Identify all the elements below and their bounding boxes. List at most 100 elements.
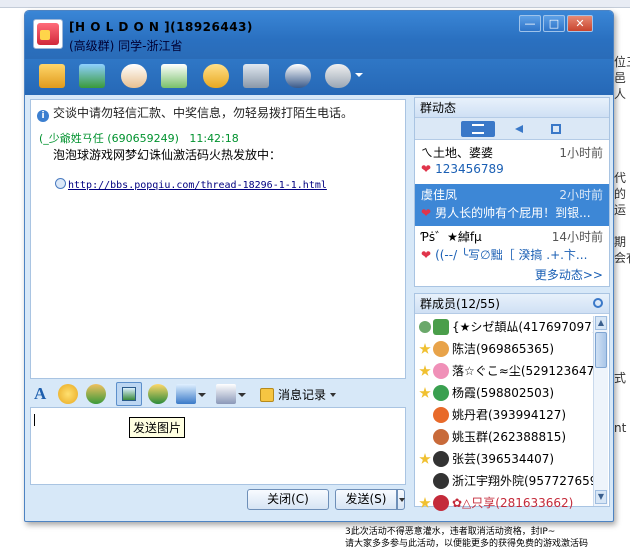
title-bar[interactable]: [H O L D O N ](18926443) (高级群) 同学-浙江省 — … [25,11,613,59]
message-sender[interactable]: (_少爺姓ㄢ任 (690659249) [39,132,179,145]
more-feed-link[interactable]: 更多动态>> [535,266,603,283]
member-item[interactable]: 杨霞(598802503) [419,382,554,404]
window-icon[interactable] [539,121,573,137]
feed-time: 1小时前 [559,146,603,160]
member-item[interactable]: 姚玉群(262388815) [419,426,566,448]
feed-item[interactable]: ㄟ土地、婆婆 1小时前 ❤ 123456789 [415,142,609,184]
message-link-text[interactable]: http://bbs.popqiu.com/thread-18296-1-1.h… [68,180,327,191]
scroll-up-icon[interactable]: ▲ [595,316,607,330]
bg-text: 人 [614,87,627,101]
admin-star-icon [419,365,431,376]
members-scrollbar[interactable]: ▲ ▼ [593,316,608,506]
font-style-icon[interactable]: A [34,384,46,404]
member-avatar [433,495,449,511]
link-icon [55,178,66,189]
bg-text: 邑 [614,71,627,85]
member-avatar [433,451,449,467]
member-item[interactable]: 姚丹君(393994127) [419,404,566,426]
bg-bottom-line: 请大家多多参与此活动，以便能更多的获得免费的游戏激活码 [345,539,589,549]
background-bottom-text: 3此次活动不得恶意灌水，违者取消活动资格，封IP~ 请大家多多参与此活动，以便能… [345,526,630,550]
member-item[interactable]: 浙江宇翔外院(957727659) [419,470,602,492]
feed-text: ❤ 男人长的帅有个屁用！到银... [421,206,591,220]
security-notice: i 交谈中请勿轻信汇款、中奖信息，勿轻易拨打陌生电话。 [37,104,353,122]
background-top-bar [0,0,630,8]
member-item[interactable]: 张芸(396534407) [419,448,554,470]
feed-item-selected[interactable]: 虞佳凤 2小时前 ❤ 男人长的帅有个屁用！到银... [415,184,609,226]
list-view-icon[interactable] [461,121,495,137]
member-item[interactable]: 陈洁(969865365) [419,338,554,360]
minimize-button[interactable]: — [519,15,541,32]
owner-icon [419,321,431,333]
close-button[interactable]: 关闭(C) [247,489,329,510]
bg-text: 代 [614,171,627,185]
message-input[interactable] [30,407,406,485]
scroll-down-icon[interactable]: ▼ [595,490,607,504]
text-caret [34,414,35,426]
format-toolbar: A 消息记录 [30,381,406,407]
chat-bubble-icon[interactable] [203,64,229,88]
member-item[interactable]: {★シゼ頡厸(417697097) [419,316,596,338]
member-item[interactable]: 落☆ぐこ≈尘(529123647) [419,360,599,382]
history-icon [260,388,274,402]
screenshot-icon[interactable] [176,384,196,404]
speaker-icon[interactable] [503,121,537,137]
heart-icon: ❤ [421,248,432,262]
admin-star-icon [419,497,431,508]
bg-text: 运 [614,203,627,217]
admin-star-icon [419,453,431,464]
search-icon[interactable] [593,298,603,308]
group-tag-icon [40,30,50,40]
feed-item[interactable]: Ƥṡ゛★綽fμ 14小时前 ❤ ((--/ ╰写∅黜［ 湀搞 .+.卞... [415,226,609,268]
group-name: [H O L D O N ] [69,20,171,34]
background-right-text: 位三 邑 人 代 的 运 期 会有 式 nt [612,0,630,543]
message-header: (_少爺姓ㄢ任 (690659249) 11:42:18 [39,130,239,146]
photo-album-icon[interactable] [79,64,105,88]
group-avatar[interactable] [33,19,63,49]
shake-icon[interactable] [216,384,236,404]
shake-dropdown-icon[interactable] [238,393,246,397]
heart-icon: ❤ [421,206,432,220]
bg-text: 位三 [614,55,630,69]
emoticon-icon[interactable] [58,384,78,404]
send-image-tooltip: 发送图片 [129,417,186,438]
member-avatar [433,429,449,445]
toolbar [25,59,613,95]
heart-icon: ❤ [421,162,432,176]
more-dropdown-icon[interactable] [355,73,363,77]
member-avatar [433,473,449,489]
tools-icon[interactable] [243,64,269,88]
send-image-button[interactable] [116,382,142,406]
group-subtitle: (高级群) 同学-浙江省 [69,39,183,53]
member-avatar [433,319,449,335]
maximize-button[interactable]: □ [543,15,565,32]
mail-icon[interactable] [161,64,187,88]
close-window-button[interactable]: ✕ [567,15,593,32]
feed-author: 虞佳凤 [421,188,458,202]
bg-text: 期 [614,235,627,249]
message-link[interactable]: http://bbs.popqiu.com/thread-18296-1-1.h… [55,178,327,191]
member-avatar [433,341,449,357]
group-feed-title: 群动态 [415,98,609,118]
chat-history-area[interactable]: i 交谈中请勿轻信汇款、中奖信息，勿轻易拨打陌生电话。 (_少爺姓ㄢ任 (6906… [30,99,406,379]
member-card-icon[interactable] [285,64,311,88]
coffee-cup-icon[interactable] [121,64,147,88]
message-history-button[interactable]: 消息记录 [260,386,337,403]
bg-text: 式 [614,371,627,385]
feed-time: 2小时前 [559,188,603,202]
message-history-label: 消息记录 [278,388,327,402]
send-options-button[interactable] [397,489,405,510]
scrollbar-thumb[interactable] [595,332,607,368]
folder-icon[interactable] [39,64,65,88]
history-dropdown-icon [330,393,337,397]
message-time: 11:42:18 [189,132,239,145]
magic-face-icon[interactable] [86,384,106,404]
music-icon[interactable] [148,384,168,404]
bg-bottom-line: 3此次活动不得恶意灌水，违者取消活动资格，封IP~ [345,527,556,537]
gear-icon[interactable] [325,64,351,88]
member-item[interactable]: ✿△只享(281633662) [419,492,573,514]
bg-text: 会有 [614,251,630,265]
group-title: [H O L D O N ](18926443) [69,20,253,34]
screenshot-dropdown-icon[interactable] [198,393,206,397]
send-button[interactable]: 发送(S) [335,489,397,510]
